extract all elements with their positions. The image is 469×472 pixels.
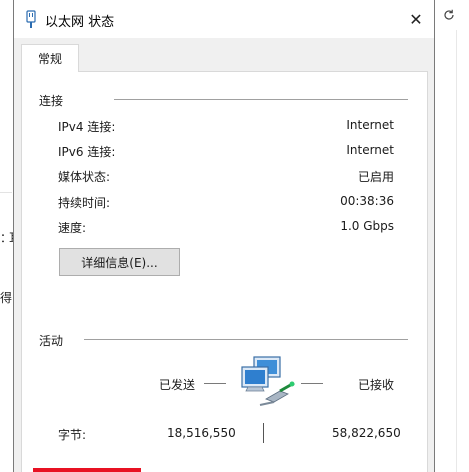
media-state-label: 媒体状态: [58, 170, 111, 184]
ethernet-icon [26, 10, 36, 28]
details-button-label: 详细信息(E)... [81, 255, 158, 270]
tab-general[interactable]: 常规 [21, 44, 79, 72]
section-divider [114, 99, 408, 100]
background-divider [456, 30, 457, 472]
title-bar[interactable]: 以太网 状态 ✕ [14, 0, 434, 38]
bytes-label: 字节: [58, 428, 87, 442]
bytes-received-value: 58,822,650 [332, 426, 401, 440]
connection-heading: 连接 [39, 92, 64, 109]
ipv6-label: IPv6 连接: [58, 145, 116, 159]
media-state-value: 已启用 [357, 170, 394, 184]
background-text-fragment: 得 [0, 291, 13, 305]
background-divider [0, 192, 12, 193]
close-icon: ✕ [409, 9, 423, 29]
ipv6-value: Internet [346, 143, 394, 157]
close-button[interactable]: ✕ [398, 0, 434, 38]
ethernet-status-dialog: 以太网 状态 ✕ 常规 连接 IPv4 连接: Internet IPv6 连接… [13, 0, 435, 472]
sent-line [204, 383, 226, 384]
disable-button-edge[interactable] [33, 468, 141, 472]
network-activity-icon [241, 356, 295, 406]
duration-value: 00:38:36 [340, 194, 394, 208]
details-button[interactable]: 详细信息(E)... [59, 248, 180, 276]
speed-value: 1.0 Gbps [340, 219, 394, 233]
ipv4-label: IPv4 连接: [58, 120, 116, 134]
refresh-icon[interactable] [437, 4, 461, 26]
activity-heading: 活动 [39, 332, 64, 349]
dialog-title: 以太网 状态 [45, 15, 115, 30]
bytes-separator [263, 423, 264, 443]
received-label: 已接收 [358, 378, 395, 392]
received-line [301, 383, 323, 384]
screen: ： 耳 得 以太网 状态 ✕ 常规 连接 IPv4 [0, 0, 469, 472]
speed-label: 速度: [58, 221, 87, 235]
tab-general-label: 常规 [37, 52, 62, 66]
bytes-sent-value: 18,516,550 [167, 426, 236, 440]
sent-label: 已发送 [159, 378, 196, 392]
ipv4-value: Internet [346, 118, 394, 132]
duration-label: 持续时间: [58, 196, 111, 210]
section-divider [84, 339, 408, 340]
